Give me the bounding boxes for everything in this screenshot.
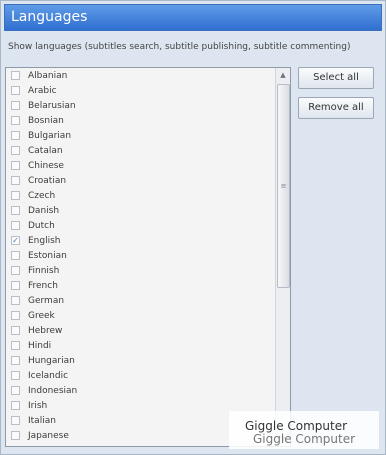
language-item[interactable]: Hungarian bbox=[6, 353, 276, 368]
checkmark-icon: ✓ bbox=[12, 236, 19, 245]
window-title-bar: Languages bbox=[4, 4, 382, 31]
language-label: Danish bbox=[28, 205, 60, 216]
language-checkbox[interactable] bbox=[11, 86, 20, 95]
language-checkbox[interactable] bbox=[11, 131, 20, 140]
language-checkbox[interactable] bbox=[11, 431, 20, 440]
language-checkbox[interactable] bbox=[11, 221, 20, 230]
language-checkbox[interactable] bbox=[11, 146, 20, 155]
language-label: Icelandic bbox=[28, 370, 69, 381]
language-checkbox[interactable] bbox=[11, 116, 20, 125]
watermark-line-1: Giggle Computer bbox=[245, 419, 348, 433]
language-checkbox[interactable] bbox=[11, 251, 20, 260]
language-label: Croatian bbox=[28, 175, 67, 186]
language-label: Dutch bbox=[28, 220, 55, 231]
language-checkbox[interactable] bbox=[11, 371, 20, 380]
window-title: Languages bbox=[11, 9, 88, 25]
language-item[interactable]: French bbox=[6, 278, 276, 293]
language-item[interactable]: Bulgarian bbox=[6, 128, 276, 143]
language-list[interactable]: Albanian Arabic Belarusian Bosnian Bulgarian… bbox=[5, 67, 291, 447]
language-label: Hindi bbox=[28, 340, 52, 351]
language-label: Greek bbox=[28, 310, 55, 321]
language-checkbox[interactable] bbox=[11, 311, 20, 320]
language-item[interactable]: Arabic bbox=[6, 83, 276, 98]
language-label: Hebrew bbox=[28, 325, 63, 336]
language-item[interactable]: Finnish bbox=[6, 263, 276, 278]
language-checkbox[interactable] bbox=[11, 71, 20, 80]
language-label: English bbox=[28, 235, 61, 246]
language-item[interactable]: Albanian bbox=[6, 68, 276, 83]
language-label: Catalan bbox=[28, 145, 63, 156]
language-label: French bbox=[28, 280, 58, 291]
language-checkbox[interactable] bbox=[11, 101, 20, 110]
language-label: Indonesian bbox=[28, 385, 78, 396]
language-label: Finnish bbox=[28, 265, 60, 276]
language-item[interactable]: Hindi bbox=[6, 338, 276, 353]
language-item[interactable]: Croatian bbox=[6, 173, 276, 188]
language-item[interactable]: Belarusian bbox=[6, 98, 276, 113]
language-label: Albanian bbox=[28, 70, 68, 81]
language-item[interactable]: Dutch bbox=[6, 218, 276, 233]
language-checkbox[interactable] bbox=[11, 341, 20, 350]
language-item[interactable]: ✓ English bbox=[6, 233, 276, 248]
scroll-grip-icon: ≡ bbox=[280, 182, 287, 190]
language-label: Arabic bbox=[28, 85, 57, 96]
language-label: Italian bbox=[28, 415, 56, 426]
language-item[interactable]: Greek bbox=[6, 308, 276, 323]
language-item[interactable]: Estonian bbox=[6, 248, 276, 263]
language-item[interactable]: Bosnian bbox=[6, 113, 276, 128]
language-checkbox[interactable] bbox=[11, 416, 20, 425]
language-item[interactable]: Czech bbox=[6, 188, 276, 203]
vertical-scrollbar[interactable]: ▲ ≡ ▼ bbox=[275, 68, 290, 446]
language-checkbox[interactable] bbox=[11, 206, 20, 215]
watermark-line-2: Giggle Computer bbox=[253, 432, 356, 446]
language-label: Czech bbox=[28, 190, 56, 201]
languages-dialog: Languages Show languages (subtitles sear… bbox=[0, 0, 386, 455]
watermark: Giggle Computer Giggle Computer bbox=[229, 411, 379, 449]
language-item[interactable]: Icelandic bbox=[6, 368, 276, 383]
language-label: Hungarian bbox=[28, 355, 75, 366]
language-checkbox[interactable] bbox=[11, 176, 20, 185]
select-all-button[interactable]: Select all bbox=[298, 67, 374, 89]
language-checkbox[interactable] bbox=[11, 266, 20, 275]
language-checkbox[interactable] bbox=[11, 386, 20, 395]
language-item[interactable]: Chinese bbox=[6, 158, 276, 173]
scroll-thumb[interactable]: ≡ bbox=[277, 84, 290, 288]
language-label: Irish bbox=[28, 400, 48, 411]
language-label: Bulgarian bbox=[28, 130, 72, 141]
language-item[interactable]: Hebrew bbox=[6, 323, 276, 338]
language-label: Bosnian bbox=[28, 115, 64, 126]
language-label: German bbox=[28, 295, 65, 306]
scroll-up-arrow-icon[interactable]: ▲ bbox=[276, 68, 290, 82]
description-label: Show languages (subtitles search, subtit… bbox=[8, 42, 351, 52]
language-item[interactable]: Indonesian bbox=[6, 383, 276, 398]
language-label: Belarusian bbox=[28, 100, 76, 111]
language-checkbox[interactable]: ✓ bbox=[11, 236, 20, 245]
language-item[interactable]: Danish bbox=[6, 203, 276, 218]
language-label: Chinese bbox=[28, 160, 64, 171]
language-checkbox[interactable] bbox=[11, 401, 20, 410]
language-checkbox[interactable] bbox=[11, 296, 20, 305]
language-checkbox[interactable] bbox=[11, 161, 20, 170]
language-checkbox[interactable] bbox=[11, 356, 20, 365]
language-checkbox[interactable] bbox=[11, 326, 20, 335]
language-items: Albanian Arabic Belarusian Bosnian Bulgarian… bbox=[6, 68, 276, 443]
language-label: Estonian bbox=[28, 250, 67, 261]
language-label: Japanese bbox=[28, 430, 69, 441]
remove-all-button[interactable]: Remove all bbox=[298, 97, 374, 119]
language-item[interactable]: Catalan bbox=[6, 143, 276, 158]
language-checkbox[interactable] bbox=[11, 281, 20, 290]
language-checkbox[interactable] bbox=[11, 191, 20, 200]
language-item[interactable]: German bbox=[6, 293, 276, 308]
